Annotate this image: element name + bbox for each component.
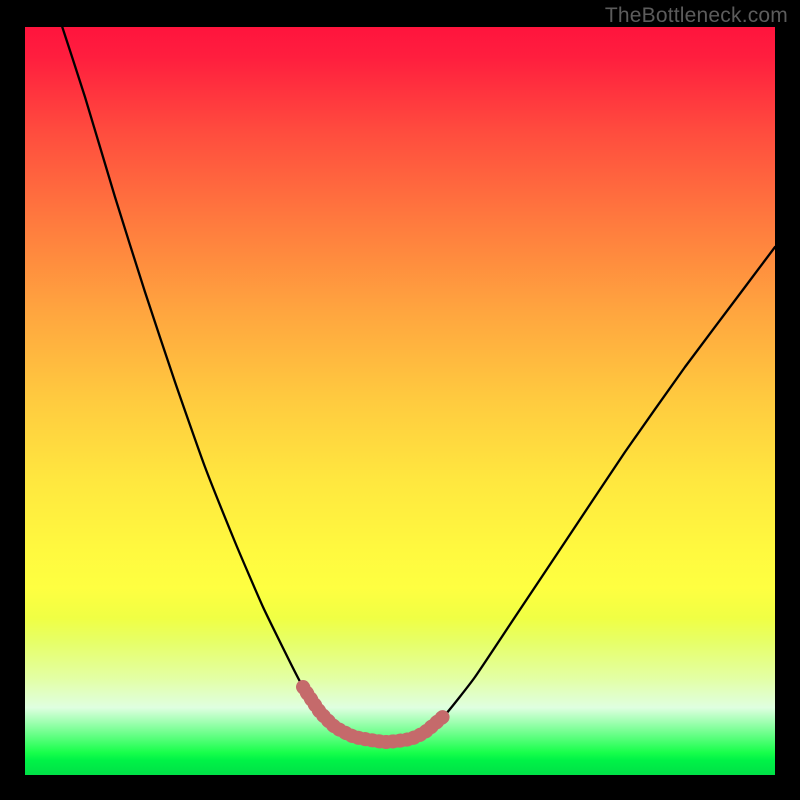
chart-area — [25, 27, 775, 775]
plot-svg — [25, 27, 775, 775]
bottleneck-curve — [59, 17, 775, 742]
watermark-text: TheBottleneck.com — [605, 4, 788, 28]
valley-marker — [303, 687, 445, 742]
